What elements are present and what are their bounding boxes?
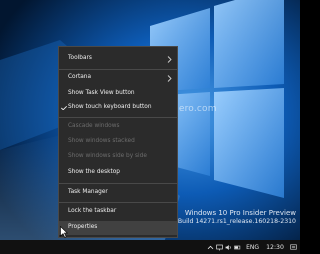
menu-item-label: Show Task View button xyxy=(68,90,135,96)
input-language-indicator[interactable]: ENG xyxy=(246,244,259,251)
menu-item-label: Lock the taskbar xyxy=(68,208,117,214)
menu-item-label: Show the desktop xyxy=(68,169,120,175)
network-icon[interactable] xyxy=(216,244,223,251)
menu-item-lock-the-taskbar[interactable]: Lock the taskbar xyxy=(59,205,177,219)
menu-item-cascade-windows: Cascade windows xyxy=(59,120,177,134)
menu-item-label: Task Manager xyxy=(68,189,108,195)
menu-item-show-task-view-button[interactable]: Show Task View button xyxy=(59,87,177,101)
battery-icon[interactable] xyxy=(234,244,241,251)
chevron-right-icon xyxy=(167,75,172,82)
menu-separator xyxy=(59,69,177,70)
mouse-pointer-icon xyxy=(60,226,68,238)
menu-item-label: Show touch keyboard button xyxy=(68,104,152,110)
chevron-right-icon xyxy=(167,56,172,63)
taskbar[interactable]: ENG 12:30 xyxy=(0,240,300,254)
checkmark-icon xyxy=(61,106,67,110)
menu-item-label: Cascade windows xyxy=(68,123,120,129)
system-tray: ENG 12:30 xyxy=(207,240,298,254)
menu-item-cortana[interactable]: Cortana xyxy=(59,71,177,85)
speaker-icon[interactable] xyxy=(225,244,232,251)
menu-item-toolbars[interactable]: Toolbars xyxy=(59,52,177,66)
menu-separator xyxy=(59,202,177,203)
notification-center-icon xyxy=(289,244,297,250)
menu-item-label: Properties xyxy=(68,224,98,230)
menu-item-label: Show windows side by side xyxy=(68,153,147,159)
menu-item-show-windows-side-by-side: Show windows side by side xyxy=(59,150,177,164)
menu-item-show-the-desktop[interactable]: Show the desktop xyxy=(59,166,177,180)
menu-item-show-windows-stacked: Show windows stacked xyxy=(59,135,177,149)
menu-item-label: Cortana xyxy=(68,74,92,80)
menu-separator xyxy=(59,183,177,184)
menu-item-label: Show windows stacked xyxy=(68,138,135,144)
desktop[interactable]: W http://winaero.com Windows 10 Pro Insi… xyxy=(0,0,300,254)
menu-item-properties[interactable]: Properties xyxy=(59,221,177,235)
notification-center-button[interactable] xyxy=(288,240,298,254)
menu-separator xyxy=(59,117,177,118)
chevron-up-icon[interactable] xyxy=(207,244,214,251)
menu-item-task-manager[interactable]: Task Manager xyxy=(59,186,177,200)
menu-item-show-touch-keyboard-button[interactable]: Show touch keyboard button xyxy=(59,101,177,115)
taskbar-clock[interactable]: 12:30 xyxy=(264,244,286,251)
taskbar-context-menu: Toolbars Cortana Show Task View button S… xyxy=(58,46,178,238)
menu-item-label: Toolbars xyxy=(68,55,92,61)
